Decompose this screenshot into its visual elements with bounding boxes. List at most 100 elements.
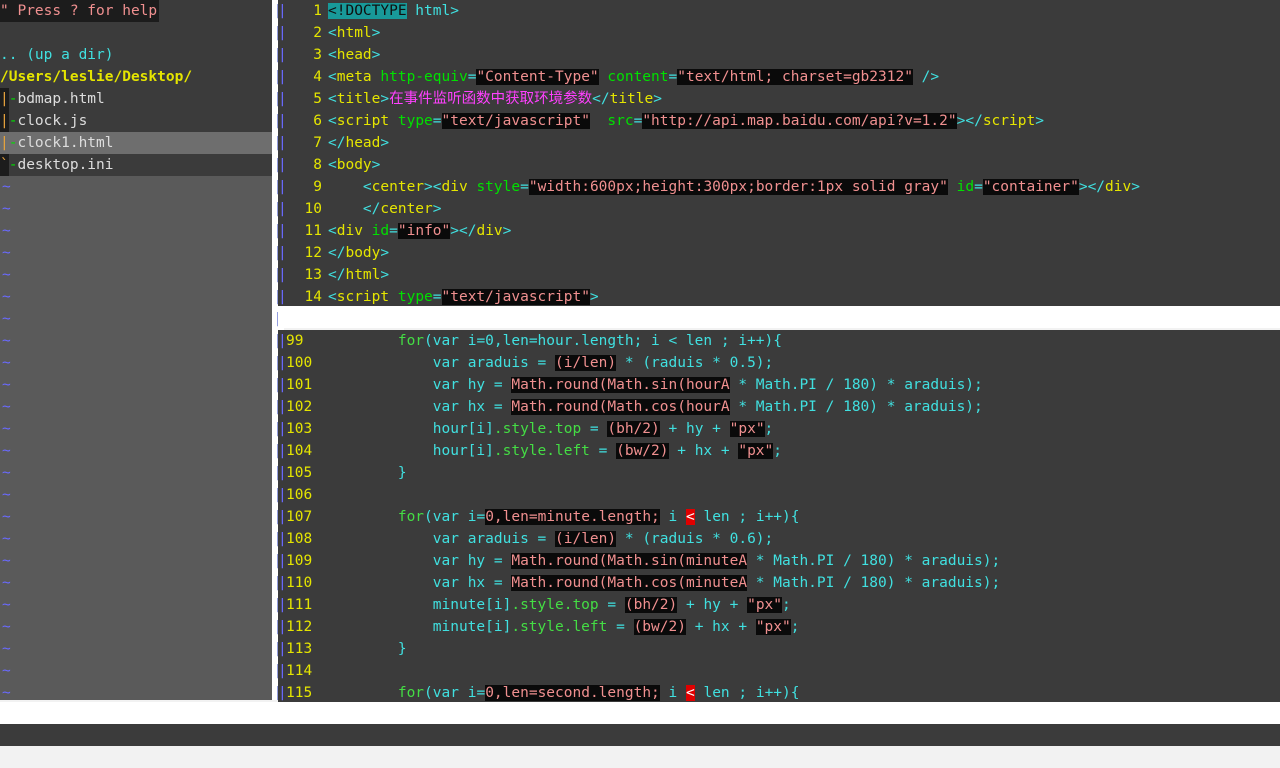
code-line[interactable]: | 12 </body>: [278, 242, 1280, 264]
code-line[interactable]: |110 var hx = Math.round(Math.cos(minute…: [278, 572, 1280, 594]
code-token: </: [328, 245, 346, 261]
fold-column-icon: |: [278, 443, 287, 459]
code-line[interactable]: | 13 </html>: [278, 264, 1280, 286]
code-line[interactable]: |111 minute[i].style.top = (bh/2) + hy +…: [278, 594, 1280, 616]
code-token: >: [380, 91, 390, 107]
tilde-icon: ~: [2, 289, 11, 305]
code-token: head: [345, 135, 381, 151]
nerdtree-file-list[interactable]: |-bdmap.html |-clock.js |-clock1.html `-des…: [0, 88, 272, 176]
fold-column-icon: |: [278, 223, 287, 239]
code-line[interactable]: | 11 <div id="info"></div>: [278, 220, 1280, 242]
code-token: div: [1105, 179, 1132, 195]
nerdtree-tilde-line: ~: [0, 176, 272, 198]
code-token: >: [371, 157, 381, 173]
code-line[interactable]: |103 hour[i].style.top = (bh/2) + hy + "…: [278, 418, 1280, 440]
code-line[interactable]: | 14 <script type="text/javascript">: [278, 286, 1280, 306]
nerdtree-item-clock1-html[interactable]: |-clock1.html: [0, 132, 272, 154]
fold-column-icon: |: [278, 355, 287, 371]
line-number: 114: [286, 663, 313, 679]
code-line[interactable]: |115 for(var i=0,len=second.length; i < …: [278, 682, 1280, 702]
code-line[interactable]: | 6 <script type="text/javascript" src="ht…: [278, 110, 1280, 132]
code-token: >: [380, 267, 390, 283]
line-number: 8: [313, 157, 322, 173]
line-number: 4: [313, 69, 322, 85]
code-token: >: [424, 179, 433, 195]
code-token: <: [328, 113, 337, 129]
fold-column-icon: |: [278, 25, 287, 41]
code-line[interactable]: |112 minute[i].style.left = (bw/2) + hx …: [278, 616, 1280, 638]
code-line[interactable]: |106: [278, 484, 1280, 506]
fold-column-icon: |: [278, 201, 287, 217]
code-token: <: [686, 509, 695, 525]
nerdtree-item-label: clock.js: [17, 113, 88, 129]
code-token: >: [589, 289, 599, 305]
code-line[interactable]: | 7 </head>: [278, 132, 1280, 154]
code-line[interactable]: |104 hour[i].style.left = (bw/2) + hx + …: [278, 440, 1280, 462]
tilde-icon: ~: [2, 487, 11, 503]
nerdtree-tilde-line: ~: [0, 638, 272, 660]
line-number: 105: [286, 465, 313, 481]
code-token: .style.top: [493, 421, 582, 437]
nerdtree-sidebar[interactable]: " Press ? for help .. (up a dir) /Users/…: [0, 0, 272, 700]
tilde-icon: ~: [2, 509, 11, 525]
fold-column-icon: |: [278, 399, 287, 415]
fold-column-icon: |: [278, 135, 287, 151]
line-number: 104: [286, 443, 313, 459]
tilde-icon: ~: [2, 333, 11, 349]
code-line[interactable]: |109 var hy = Math.round(Math.sin(minute…: [278, 550, 1280, 572]
statusline-bottom: clock1.html 107,9 72%: [280, 702, 1280, 724]
code-line[interactable]: | 5 <title>在事件监听函数中获取环境参数</title>: [278, 88, 1280, 110]
tilde-icon: ~: [2, 267, 11, 283]
code-line[interactable]: |108 var araduis = (i/len) * (raduis * 0…: [278, 528, 1280, 550]
code-line[interactable]: | 4 <meta http-equiv = "Content-Type" conten…: [278, 66, 1280, 88]
fold-column-icon: |: [278, 91, 287, 107]
code-line[interactable]: | 1 <!DOCTYPE html>: [278, 0, 1280, 22]
code-token: "width:600px;height:300px;border:1px sol…: [528, 179, 948, 195]
editor-pane-clock1[interactable]: |99 for(var i=0,len=hour.length; i < len…: [278, 330, 1280, 702]
code-line[interactable]: |105 }: [278, 462, 1280, 484]
nerdtree-tilde-line: ~: [0, 374, 272, 396]
code-token: =: [616, 619, 625, 635]
code-line[interactable]: |114: [278, 660, 1280, 682]
nerdtree-item-desktop-ini[interactable]: `-desktop.ini: [0, 154, 272, 176]
code-line[interactable]: |113 }: [278, 638, 1280, 660]
line-number: 6: [313, 113, 322, 129]
nerdtree-item-bdmap-html[interactable]: |-bdmap.html: [0, 88, 272, 110]
nerdtree-tilde-line: ~: [0, 550, 272, 572]
statusline-sidebar: C:\Users\leslie\Desktop: [0, 702, 280, 724]
code-token: for: [397, 685, 425, 701]
nerdtree-tilde-line: ~: [0, 484, 272, 506]
code-token: "px": [738, 443, 774, 459]
code-line[interactable]: |102 var hx = Math.round(Math.cos(hourA …: [278, 396, 1280, 418]
code-token: =: [493, 377, 503, 393]
code-token: meta: [336, 69, 372, 85]
code-token: =: [537, 531, 547, 547]
code-line[interactable]: |99 for(var i=0,len=hour.length; i < len…: [278, 330, 1280, 352]
tilde-icon: ~: [2, 245, 11, 261]
code-token: script: [982, 113, 1036, 129]
tilde-icon: ~: [2, 465, 11, 481]
code-line[interactable]: |107 for(var i=0,len=minute.length; i < …: [278, 506, 1280, 528]
line-number: 12: [304, 245, 322, 261]
code-token: var: [432, 377, 459, 393]
nerdtree-tilde-line: ~: [0, 440, 272, 462]
editor-pane-bdmap[interactable]: | 1 <!DOCTYPE html> | 2 <html> | 3 <head> | 4 <meta…: [278, 0, 1280, 306]
code-line[interactable]: |101 var hy = Math.round(Math.sin(hourA …: [278, 374, 1280, 396]
code-line[interactable]: | 10 </center>: [278, 198, 1280, 220]
vim-command-line[interactable]: [0, 724, 1280, 746]
code-token: + hx +: [685, 619, 756, 635]
tilde-icon: ~: [2, 179, 11, 195]
code-line[interactable]: | 8 <body>: [278, 154, 1280, 176]
nerdtree-up-a-dir[interactable]: .. (up a dir): [0, 44, 272, 66]
code-line[interactable]: | 2 <html>: [278, 22, 1280, 44]
code-line[interactable]: |100 var araduis = (i/len) * (raduis * 0…: [278, 352, 1280, 374]
code-line[interactable]: | 3 <head>: [278, 44, 1280, 66]
nerdtree-item-clock-js[interactable]: |-clock.js: [0, 110, 272, 132]
code-line[interactable]: | 9 <center><div style="width:600px;heigh…: [278, 176, 1280, 198]
